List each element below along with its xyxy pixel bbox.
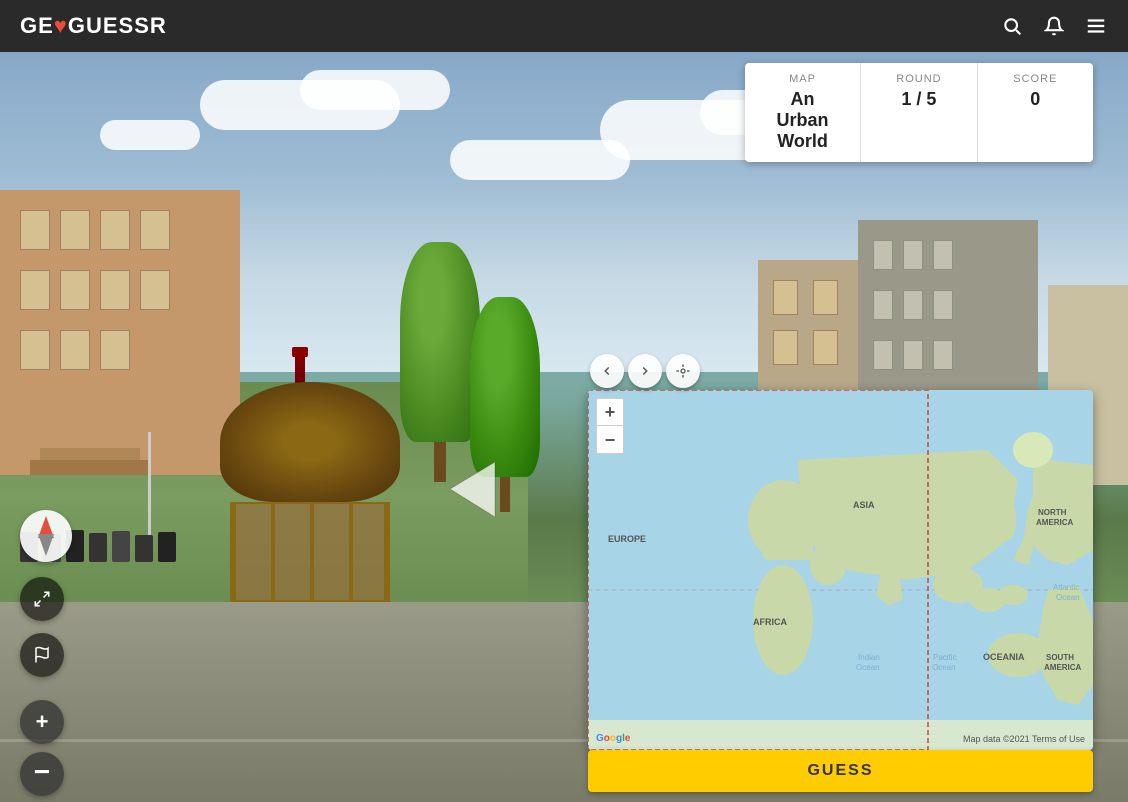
svg-text:Atlantic: Atlantic: [1053, 583, 1079, 592]
svg-text:SOUTH: SOUTH: [1046, 653, 1074, 662]
window-2: [60, 210, 90, 250]
steps-2: [40, 448, 140, 460]
gazebo-body: [230, 502, 390, 602]
zoom-in-button[interactable]: +: [20, 700, 64, 744]
navigation-arrow[interactable]: [450, 462, 520, 522]
window-7: [100, 270, 130, 310]
score-label: SCORE: [998, 73, 1073, 85]
window-3: [100, 210, 130, 250]
map-zoom-controls: + −: [596, 398, 624, 454]
svg-text:EUROPE: EUROPE: [608, 534, 646, 544]
svg-text:AFRICA: AFRICA: [753, 617, 787, 627]
svg-text:NORTH: NORTH: [1038, 508, 1067, 517]
cloud-2: [300, 70, 450, 110]
window-1: [20, 210, 50, 250]
round-section: ROUND 1 / 5: [861, 63, 977, 162]
map-label: MAP: [765, 73, 840, 85]
svg-text:Ocean: Ocean: [932, 663, 956, 672]
compass[interactable]: [20, 510, 72, 562]
zoom-out-icon: −: [34, 758, 50, 786]
cloud-5: [100, 120, 200, 150]
google-logo: Google: [596, 733, 630, 744]
score-value: 0: [998, 89, 1073, 110]
zoom-in-icon: +: [36, 709, 49, 735]
logo-geo: GE: [20, 13, 54, 38]
window-10: [60, 330, 90, 370]
search-icon[interactable]: [1000, 14, 1024, 38]
guess-button[interactable]: GUESS: [588, 750, 1093, 792]
svg-text:ASIA: ASIA: [853, 500, 875, 510]
logo-text: GE♥GUESSR: [20, 13, 167, 39]
svg-text:AMERICA: AMERICA: [1044, 663, 1082, 672]
window-8: [140, 270, 170, 310]
header: GE♥GUESSR: [0, 0, 1128, 52]
cloud-6: [450, 140, 630, 180]
window-11: [100, 330, 130, 370]
map-zoom-out-button[interactable]: −: [596, 426, 624, 454]
tree-1: [400, 242, 480, 482]
notification-icon[interactable]: [1042, 14, 1066, 38]
google-g: G: [596, 733, 604, 744]
window-6: [60, 270, 90, 310]
map-attribution: Map data ©2021 Terms of Use: [963, 734, 1085, 744]
window-4: [140, 210, 170, 250]
map-value: An Urban World: [765, 89, 840, 152]
map-ctrl-location[interactable]: [666, 354, 700, 388]
score-section: SCORE 0: [978, 63, 1093, 162]
gazebo: [210, 382, 410, 602]
map-section: MAP An Urban World: [745, 63, 861, 162]
svg-text:Indian: Indian: [858, 653, 880, 662]
score-panel: MAP An Urban World ROUND 1 / 5 SCORE 0: [745, 63, 1093, 162]
svg-text:OCEANIA: OCEANIA: [983, 652, 1025, 662]
map-controls: [590, 354, 700, 388]
window-9: [20, 330, 50, 370]
round-label: ROUND: [881, 73, 956, 85]
map-zoom-in-button[interactable]: +: [596, 398, 624, 426]
world-map-svg: EUROPE ASIA AFRICA NORTH AMERICA SOUTH A…: [588, 390, 1093, 750]
window-5: [20, 270, 50, 310]
gazebo-roof: [220, 382, 400, 502]
logo-heart: ♥: [54, 13, 68, 38]
svg-text:Ocean: Ocean: [1056, 593, 1080, 602]
fullscreen-button[interactable]: [20, 577, 64, 621]
round-value: 1 / 5: [881, 89, 956, 110]
steps-1: [30, 460, 150, 475]
svg-text:Ocean: Ocean: [856, 663, 880, 672]
compass-south: [38, 534, 54, 556]
logo-guessr: GUESSR: [68, 13, 167, 38]
map-ctrl-forward[interactable]: [628, 354, 662, 388]
svg-text:Pacific: Pacific: [933, 653, 957, 662]
map-overlay[interactable]: EUROPE ASIA AFRICA NORTH AMERICA SOUTH A…: [588, 390, 1093, 750]
building-left: [0, 190, 240, 475]
map-ctrl-back[interactable]: [590, 354, 624, 388]
svg-text:AMERICA: AMERICA: [1036, 518, 1074, 527]
zoom-out-button[interactable]: −: [20, 752, 64, 796]
menu-icon[interactable]: [1084, 14, 1108, 38]
logo[interactable]: GE♥GUESSR: [20, 13, 167, 39]
flag-button[interactable]: [20, 633, 64, 677]
header-icons: [1000, 14, 1108, 38]
google-e: e: [625, 733, 631, 744]
